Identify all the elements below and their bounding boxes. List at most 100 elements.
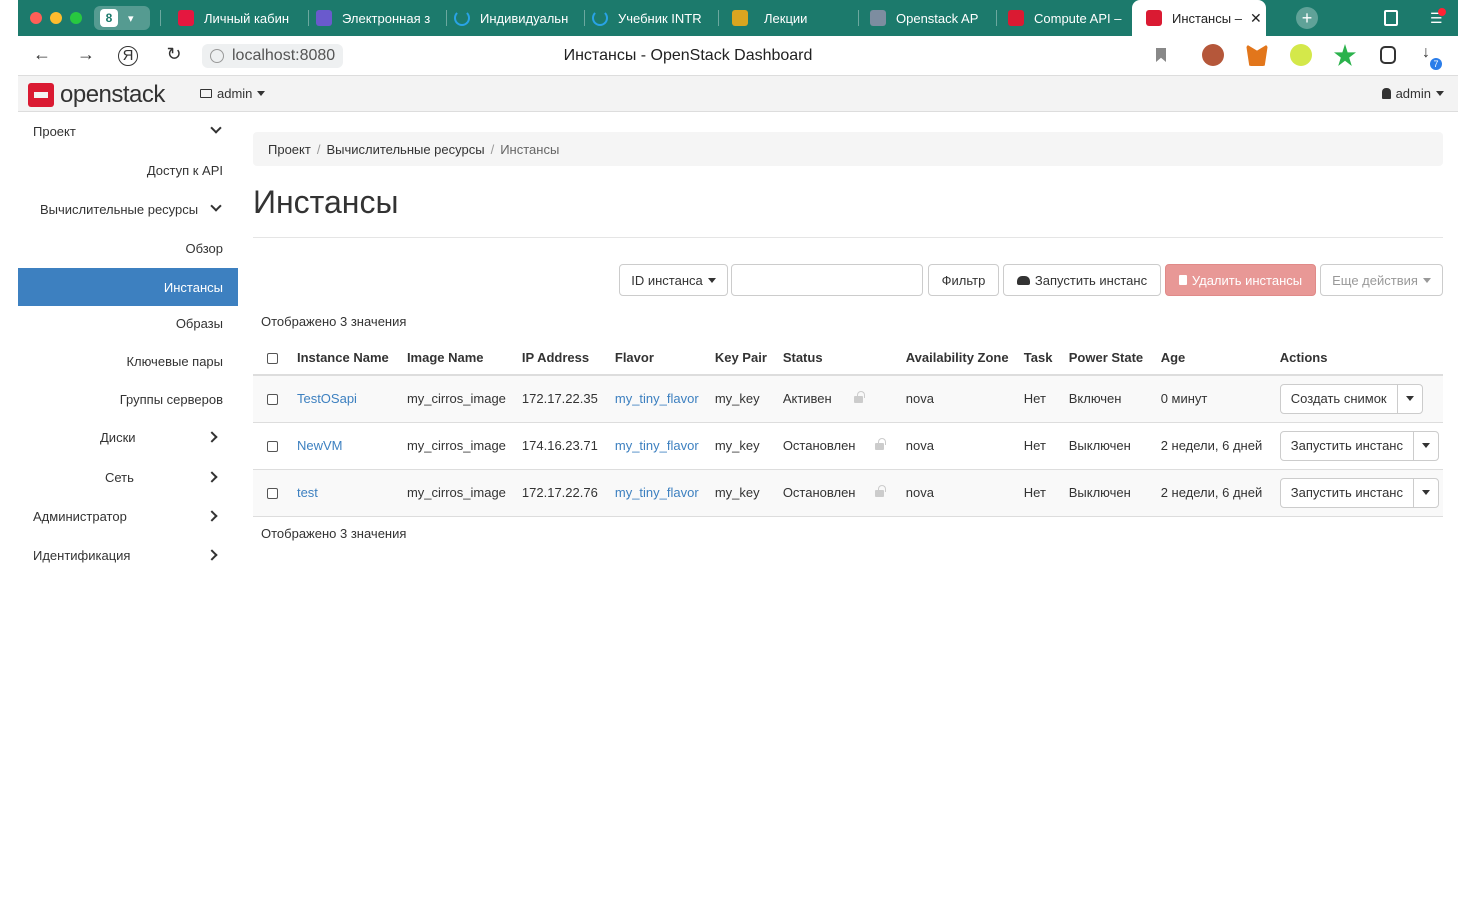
column-header[interactable]: Power State — [1064, 340, 1157, 376]
openstack-logo[interactable]: openstack — [28, 81, 165, 109]
column-header[interactable]: Age — [1156, 340, 1276, 376]
start-instance-button[interactable]: Запустить инстанс — [1281, 478, 1414, 507]
select-all-checkbox[interactable] — [267, 352, 278, 364]
sidebar-item-server-groups[interactable]: Группы серверов — [18, 380, 238, 418]
user-menu[interactable]: admin — [1381, 86, 1444, 101]
sidebar-item-compute[interactable]: Вычислительные ресурсы — [18, 190, 238, 228]
maximize-window-button[interactable] — [70, 12, 82, 24]
breadcrumb-current: Инстансы — [500, 141, 560, 157]
flavor-link[interactable]: my_tiny_flavor — [615, 438, 699, 453]
chevron-right-icon — [206, 549, 218, 561]
sidebar-item-label: Доступ к API — [146, 162, 223, 178]
unlock-icon — [875, 438, 887, 451]
task: Нет — [1019, 422, 1065, 470]
close-window-button[interactable] — [30, 12, 42, 24]
row-actions-dropdown[interactable] — [1398, 385, 1422, 413]
caret-down-icon — [257, 91, 266, 96]
browser-tab[interactable]: Электронная з — [316, 0, 436, 36]
extension-icon[interactable] — [1290, 44, 1312, 66]
loading-icon — [592, 10, 608, 26]
status-cell: Остановлен — [778, 469, 902, 517]
sidebar-item-overview[interactable]: Обзор — [18, 229, 238, 267]
sidebar-item-images[interactable]: Образы — [18, 304, 238, 342]
instance-name-link[interactable]: test — [297, 485, 318, 500]
row-checkbox[interactable] — [267, 441, 278, 453]
page-title: Инстансы — [253, 184, 399, 220]
close-tab-icon[interactable]: ✕ — [1250, 10, 1262, 27]
table-row: NewVM my_cirros_image 174.16.23.71 my_ti… — [253, 422, 1443, 470]
status-cell: Активен — [778, 375, 902, 423]
project-name: admin — [217, 86, 253, 101]
browser-tab[interactable]: Личный кабин — [178, 0, 298, 36]
browser-tab-active[interactable]: Инстансы – ✕ — [1132, 0, 1266, 36]
row-actions-dropdown[interactable] — [1414, 432, 1438, 460]
table-row: TestOSapi my_cirros_image 172.17.22.35 m… — [253, 375, 1443, 423]
start-instance-button[interactable]: Запустить инстанс — [1281, 431, 1414, 460]
create-snapshot-button[interactable]: Создать снимок — [1281, 384, 1398, 413]
column-header[interactable]: Key Pair — [710, 340, 779, 376]
collections-icon[interactable] — [1384, 10, 1398, 26]
tab-count-button[interactable]: 8 ▾ — [94, 6, 150, 30]
minimize-window-button[interactable] — [50, 12, 62, 24]
column-header[interactable]: IP Address — [517, 340, 611, 376]
openstack-logo-icon — [28, 83, 54, 107]
downloads-icon[interactable]: ↓ — [1422, 44, 1430, 62]
column-header[interactable]: Task — [1019, 340, 1065, 376]
age: 2 недели, 6 дней — [1156, 469, 1276, 517]
sidebar-item-volumes[interactable]: Диски — [18, 418, 238, 456]
launch-instance-button[interactable]: Запустить инстанс — [1003, 264, 1161, 296]
sidebar-item-label: Администратор — [33, 508, 127, 524]
clipboard-icon[interactable] — [1380, 46, 1396, 64]
key-pair: my_key — [710, 469, 779, 517]
sidebar-item-network[interactable]: Сеть — [18, 458, 238, 496]
tab-label: Электронная з — [342, 10, 431, 26]
flavor-link[interactable]: my_tiny_flavor — [615, 485, 699, 500]
browser-tab[interactable]: Compute API – — [1008, 0, 1126, 36]
sidebar-item-admin[interactable]: Администратор — [18, 497, 238, 535]
ip-address: 172.17.22.76 — [517, 469, 611, 517]
sidebar-item-identity[interactable]: Идентификация — [18, 536, 238, 574]
browser-tab[interactable]: Лекции — [732, 0, 852, 36]
row-actions-dropdown[interactable] — [1414, 479, 1438, 507]
image-name: my_cirros_image — [402, 469, 518, 517]
flavor-link[interactable]: my_tiny_flavor — [615, 391, 699, 406]
age: 2 недели, 6 дней — [1156, 422, 1276, 470]
project-icon — [200, 89, 212, 98]
sidebar-item-project[interactable]: Проект — [18, 112, 238, 150]
extension-icon[interactable] — [1202, 44, 1224, 66]
key-pair: my_key — [710, 375, 779, 423]
project-selector[interactable]: admin — [200, 86, 266, 101]
more-actions-button[interactable]: Еще действия — [1320, 264, 1443, 296]
filter-input[interactable] — [731, 264, 923, 296]
row-actions-group: Создать снимок — [1279, 383, 1423, 414]
column-header: Actions — [1275, 340, 1443, 376]
delete-instances-button[interactable]: Удалить инстансы — [1165, 264, 1316, 296]
row-checkbox[interactable] — [267, 488, 278, 500]
column-header[interactable]: Image Name — [402, 340, 518, 376]
sidebar-item-api-access[interactable]: Доступ к API — [18, 151, 238, 189]
column-header[interactable]: Flavor — [610, 340, 711, 376]
breadcrumb-item[interactable]: Проект — [268, 142, 311, 157]
breadcrumb-item[interactable]: Вычислительные ресурсы — [326, 142, 484, 157]
column-header[interactable]: Instance Name — [292, 340, 403, 376]
site-favicon-icon — [732, 10, 748, 26]
filter-button[interactable]: Фильтр — [928, 264, 999, 296]
power-state: Выключен — [1064, 422, 1157, 470]
user-icon — [1381, 88, 1391, 99]
instance-name-link[interactable]: TestOSapi — [297, 391, 357, 406]
table-row: test my_cirros_image 172.17.22.76 my_tin… — [253, 469, 1443, 517]
row-checkbox[interactable] — [267, 394, 278, 406]
filter-field-select[interactable]: ID инстанса — [619, 264, 728, 296]
browser-tab[interactable]: Openstack AP — [870, 0, 988, 36]
sidebar-item-key-pairs[interactable]: Ключевые пары — [18, 342, 238, 380]
column-header[interactable]: Availability Zone — [901, 340, 1020, 376]
address-bar: ← → Я ↻ localhost:8080 Инстансы - OpenSt… — [18, 36, 1458, 76]
sidebar-item-label: Обзор — [185, 240, 223, 256]
browser-tab[interactable]: Учебник INTR — [592, 0, 704, 36]
sidebar-item-instances[interactable]: Инстансы — [18, 268, 238, 306]
browser-tab[interactable]: Индивидуальн — [454, 0, 576, 36]
instance-name-link[interactable]: NewVM — [297, 438, 343, 453]
chevron-right-icon — [206, 431, 218, 443]
new-tab-button[interactable]: + — [1296, 7, 1318, 29]
column-header[interactable]: Status — [778, 340, 902, 376]
